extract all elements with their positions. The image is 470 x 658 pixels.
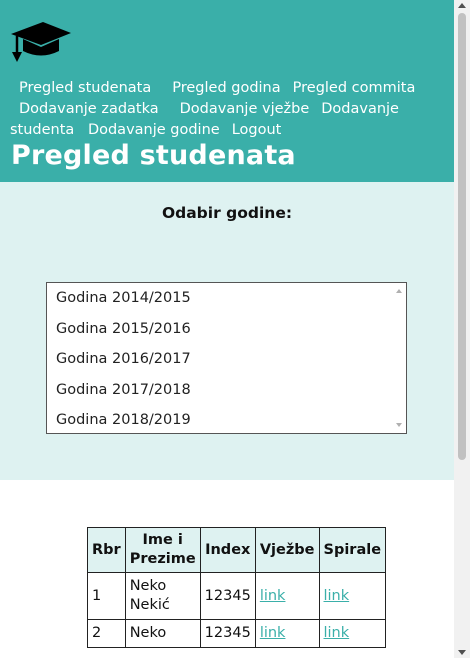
cell-rbr: 2 [87, 619, 126, 648]
col-header-vjezbe: Vježbe [254, 527, 320, 573]
year-option[interactable]: Godina 2014/2015 [47, 283, 406, 314]
col-header-name: Ime i Prezime [124, 527, 201, 573]
nav-pregled-studenata[interactable]: Pregled studenata [19, 80, 151, 96]
year-option[interactable]: Godina 2017/2018 [47, 375, 406, 406]
cell-rbr: 1 [87, 572, 126, 620]
listbox-scrollbar[interactable] [393, 283, 406, 433]
year-listbox[interactable]: Godina 2014/2015 Godina 2015/2016 Godina… [46, 282, 407, 434]
scroll-down-arrow-icon[interactable] [458, 650, 466, 655]
scroll-up-arrow-icon[interactable] [458, 3, 466, 8]
students-table: Rbr Ime i Prezime Index Vježbe Spirale 1… [87, 527, 387, 648]
nav-pregled-commita[interactable]: Pregled commita [293, 80, 416, 96]
table-row: 1 Neko Nekić 12345 link link [87, 572, 387, 620]
nav-dodavanje-godine[interactable]: Dodavanje godine [88, 122, 220, 138]
page: Pregled studenata Pregled godina Pregled c… [0, 0, 454, 658]
nav-pregled-godina[interactable]: Pregled godina [172, 80, 280, 96]
cell-name: Neko Nekić [124, 572, 201, 620]
year-option[interactable]: Godina 2018/2019 [47, 405, 406, 433]
table-row: 2 Neko 12345 link link [87, 619, 387, 648]
scrollbar-thumb[interactable] [458, 13, 466, 460]
cell-vjezbe: link [254, 572, 320, 620]
col-header-spirale: Spirale [318, 527, 387, 573]
cell-name: Neko [124, 619, 201, 648]
page-title: Pregled studenata [11, 140, 296, 171]
year-option[interactable]: Godina 2016/2017 [47, 344, 406, 375]
graduation-cap-icon[interactable] [9, 20, 73, 64]
cell-index: 12345 [199, 572, 256, 620]
nav-dodavanje-zadatka[interactable]: Dodavanje zadatka [19, 101, 159, 117]
vjezbe-link[interactable]: link [260, 588, 286, 604]
scroll-up-arrow-icon[interactable] [396, 289, 402, 293]
nav-logout[interactable]: Logout [232, 122, 282, 138]
students-table-wrapper: Rbr Ime i Prezime Index Vježbe Spirale 1… [87, 527, 387, 648]
nav-dodavanje-vjezbe[interactable]: Dodavanje vježbe [180, 101, 310, 117]
year-select-section: Odabir godine: Godina 2014/2015 Godina 2… [0, 182, 454, 480]
vjezbe-link[interactable]: link [260, 625, 286, 641]
col-header-index: Index [199, 527, 256, 573]
cell-vjezbe: link [254, 619, 320, 648]
spirale-link[interactable]: link [324, 625, 350, 641]
table-header-row: Rbr Ime i Prezime Index Vježbe Spirale [87, 527, 387, 573]
year-select-label: Odabir godine: [161, 204, 293, 222]
main-nav: Pregled studenata Pregled godina Pregled c… [10, 78, 430, 141]
cell-spirale: link [318, 619, 387, 648]
spirale-link[interactable]: link [324, 588, 350, 604]
header: Pregled studenata Pregled godina Pregled c… [0, 0, 454, 182]
scroll-down-arrow-icon[interactable] [396, 423, 402, 427]
page-scrollbar[interactable] [454, 0, 470, 658]
cell-spirale: link [318, 572, 387, 620]
col-header-rbr: Rbr [87, 527, 126, 573]
year-option[interactable]: Godina 2015/2016 [47, 314, 406, 345]
cell-index: 12345 [199, 619, 256, 648]
